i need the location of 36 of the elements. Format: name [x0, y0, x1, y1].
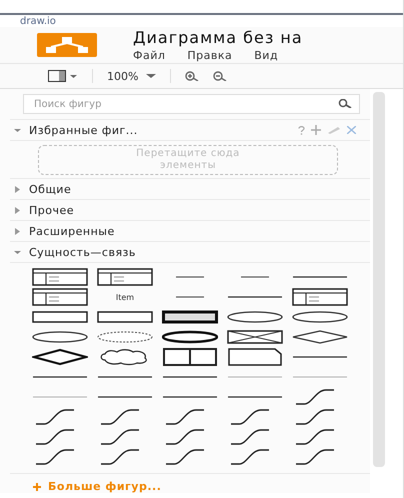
expand-arrow-icon[interactable] [14, 186, 21, 192]
zoom-out-icon[interactable] [213, 71, 228, 81]
expand-arrow-icon[interactable] [14, 206, 21, 214]
note-icon[interactable] [227, 348, 283, 366]
search-field[interactable]: Поиск фигур [23, 94, 360, 114]
collapse-arrow-icon[interactable] [14, 248, 21, 256]
menu-item[interactable]: Вид [254, 49, 278, 62]
item-text[interactable]: Item [116, 292, 134, 302]
search-icon[interactable] [338, 99, 352, 108]
rectangle-icon[interactable] [162, 308, 218, 326]
drop-zone: Перетащите сюда элементы [38, 145, 338, 175]
diagram-title: Диаграмма без на [133, 28, 303, 47]
split-rectangle-icon[interactable] [162, 348, 218, 366]
menu-item[interactable]: Файл [133, 49, 166, 62]
table-shape-icon[interactable] [32, 268, 88, 286]
section-title[interactable]: Прочее [29, 204, 74, 216]
table-shape-icon[interactable] [97, 268, 153, 286]
collapse-arrow-icon[interactable] [14, 126, 21, 134]
table-shape-icon[interactable] [32, 288, 88, 306]
panel-layout-icon[interactable] [48, 70, 78, 82]
section-title[interactable]: Избранные фиг... [29, 124, 138, 136]
browser-tab-title: draw.io [20, 16, 56, 26]
section-title[interactable]: Общие [29, 182, 72, 196]
scrollbar[interactable] [373, 92, 385, 467]
logo-icon [37, 33, 97, 57]
zoom-in-icon[interactable] [185, 71, 200, 81]
diamond-icon[interactable] [292, 328, 348, 346]
zoom-dropdown[interactable]: 100% [107, 70, 138, 82]
crossed-rectangle-icon[interactable] [227, 328, 283, 346]
section-title[interactable]: Расширенные [29, 224, 115, 238]
menu-item[interactable]: Правка [187, 49, 232, 62]
section-title[interactable]: Сущность—связь [29, 246, 136, 258]
caret-icon[interactable] [146, 74, 156, 78]
table-shape-icon[interactable] [292, 288, 348, 306]
expand-arrow-icon[interactable] [14, 228, 21, 234]
diamond-icon[interactable] [32, 348, 88, 366]
